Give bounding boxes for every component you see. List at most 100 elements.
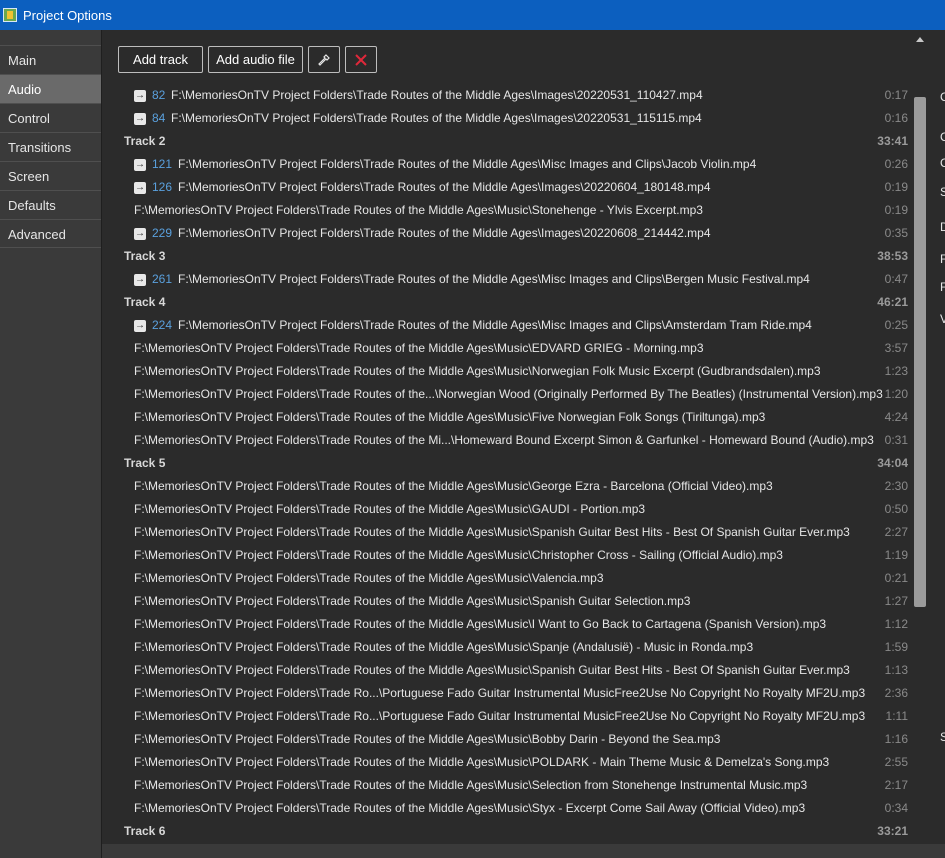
clipped-label: F	[940, 280, 945, 294]
goto-slide-icon[interactable]: →	[134, 182, 146, 194]
audio-file-row[interactable]: F:\MemoriesOnTV Project Folders\Trade Ro…	[124, 682, 908, 705]
audio-toolbar: Add track Add audio file	[118, 46, 377, 73]
file-path: F:\MemoriesOnTV Project Folders\Trade Ro…	[178, 226, 711, 240]
clipped-label: C	[940, 156, 945, 170]
sidebar-item-audio[interactable]: Audio	[0, 74, 101, 103]
file-path: F:\MemoriesOnTV Project Folders\Trade Ro…	[178, 180, 711, 194]
track-header[interactable]: Track 2 33:41	[124, 130, 908, 153]
file-path: F:\MemoriesOnTV Project Folders\Trade Ro…	[134, 341, 704, 355]
duration: 0:47	[884, 272, 908, 286]
goto-slide-icon[interactable]: →	[134, 113, 146, 125]
slide-number[interactable]: 224	[152, 314, 172, 337]
slide-number[interactable]: 261	[152, 268, 172, 291]
audio-file-row[interactable]: F:\MemoriesOnTV Project Folders\Trade Ro…	[124, 360, 908, 383]
audio-file-row[interactable]: F:\MemoriesOnTV Project Folders\Trade Ro…	[124, 521, 908, 544]
clipped-label: V	[940, 312, 945, 326]
track-header[interactable]: Track 3 38:53	[124, 245, 908, 268]
right-panel-clipped: CCCSDFFVS	[929, 30, 945, 858]
audio-file-row[interactable]: F:\MemoriesOnTV Project Folders\Trade Ro…	[124, 797, 908, 820]
sidebar-item-control[interactable]: Control	[0, 103, 101, 132]
audio-file-row[interactable]: F:\MemoriesOnTV Project Folders\Trade Ro…	[124, 567, 908, 590]
add-audio-file-button[interactable]: Add audio file	[208, 46, 303, 73]
file-path: F:\MemoriesOnTV Project Folders\Trade Ro…	[134, 732, 721, 746]
goto-slide-icon[interactable]: →	[134, 159, 146, 171]
bottom-bar	[102, 844, 945, 858]
goto-slide-icon[interactable]: →	[134, 228, 146, 240]
audio-file-row[interactable]: F:\MemoriesOnTV Project Folders\Trade Ro…	[124, 659, 908, 682]
slide-audio-row[interactable]: → 261 F:\MemoriesOnTV Project Folders\Trad…	[124, 268, 908, 291]
slide-number[interactable]: 229	[152, 222, 172, 245]
goto-slide-icon[interactable]: →	[134, 274, 146, 286]
audio-file-row[interactable]: F:\MemoriesOnTV Project Folders\Trade Ro…	[124, 774, 908, 797]
audio-file-row[interactable]: F:\MemoriesOnTV Project Folders\Trade Ro…	[124, 705, 908, 728]
duration: 1:20	[884, 387, 908, 401]
audio-file-row[interactable]: F:\MemoriesOnTV Project Folders\Trade Ro…	[124, 429, 908, 452]
duration: 46:21	[877, 295, 908, 309]
sidebar-item-defaults[interactable]: Defaults	[0, 190, 101, 219]
slide-number[interactable]: 126	[152, 176, 172, 199]
audio-file-row[interactable]: F:\MemoriesOnTV Project Folders\Trade Ro…	[124, 383, 908, 406]
duration: 0:50	[884, 502, 908, 516]
goto-slide-icon[interactable]: →	[134, 320, 146, 332]
slide-number[interactable]: 84	[152, 107, 165, 130]
duration: 0:19	[884, 180, 908, 194]
audio-file-row[interactable]: F:\MemoriesOnTV Project Folders\Trade Ro…	[124, 475, 908, 498]
track-header[interactable]: Track 6 33:21	[124, 820, 908, 843]
audio-file-row[interactable]: F:\MemoriesOnTV Project Folders\Trade Ro…	[124, 199, 908, 222]
track-label: Track 5	[124, 456, 166, 470]
audio-file-row[interactable]: F:\MemoriesOnTV Project Folders\Trade Ro…	[124, 728, 908, 751]
track-label: Track 6	[124, 824, 166, 838]
duration: 1:19	[884, 548, 908, 562]
slide-audio-row[interactable]: → 126 F:\MemoriesOnTV Project Folders\Trad…	[124, 176, 908, 199]
track-header[interactable]: Track 4 46:21	[124, 291, 908, 314]
duration: 0:35	[884, 226, 908, 240]
duration: 0:17	[884, 88, 908, 102]
audio-file-row[interactable]: F:\MemoriesOnTV Project Folders\Trade Ro…	[124, 590, 908, 613]
sidebar-item-advanced[interactable]: Advanced	[0, 219, 101, 248]
audio-file-row[interactable]: F:\MemoriesOnTV Project Folders\Trade Ro…	[124, 636, 908, 659]
slide-audio-row[interactable]: → 224 F:\MemoriesOnTV Project Folders\Trad…	[124, 314, 908, 337]
delete-button[interactable]	[345, 46, 377, 73]
options-sidebar: Main Audio Control Transitions Screen Default…	[0, 30, 102, 858]
add-track-button[interactable]: Add track	[118, 46, 203, 73]
duration: 2:36	[884, 686, 908, 700]
scroll-up-arrow-icon[interactable]	[916, 37, 924, 42]
goto-slide-icon[interactable]: →	[134, 90, 146, 102]
sidebar-item-screen[interactable]: Screen	[0, 161, 101, 190]
slide-number[interactable]: 121	[152, 153, 172, 176]
scroll-thumb[interactable]	[914, 97, 926, 607]
slide-number[interactable]: 82	[152, 84, 165, 107]
track-header[interactable]: Track 5 34:04	[124, 452, 908, 475]
duration: 0:34	[884, 801, 908, 815]
duration: 0:21	[884, 571, 908, 585]
title-bar: Project Options	[0, 0, 945, 30]
duration: 34:04	[877, 456, 908, 470]
clipped-label: S	[940, 185, 945, 199]
slide-audio-row[interactable]: → 121 F:\MemoriesOnTV Project Folders\Trad…	[124, 153, 908, 176]
audio-file-row[interactable]: F:\MemoriesOnTV Project Folders\Trade Ro…	[124, 406, 908, 429]
audio-file-row[interactable]: F:\MemoriesOnTV Project Folders\Trade Ro…	[124, 613, 908, 636]
clipped-label: F	[940, 252, 945, 266]
clipped-label: C	[940, 90, 945, 104]
tools-button[interactable]	[308, 46, 340, 73]
sidebar-item-transitions[interactable]: Transitions	[0, 132, 101, 161]
audio-file-row[interactable]: F:\MemoriesOnTV Project Folders\Trade Ro…	[124, 498, 908, 521]
file-path: F:\MemoriesOnTV Project Folders\Trade Ro…	[178, 157, 757, 171]
audio-file-row[interactable]: F:\MemoriesOnTV Project Folders\Trade Ro…	[124, 544, 908, 567]
duration: 33:41	[877, 134, 908, 148]
audio-file-row[interactable]: F:\MemoriesOnTV Project Folders\Trade Ro…	[124, 751, 908, 774]
sidebar-item-main[interactable]: Main	[0, 45, 101, 74]
audio-file-row[interactable]: F:\MemoriesOnTV Project Folders\Trade Ro…	[124, 337, 908, 360]
audio-track-list[interactable]: → 82 F:\MemoriesOnTV Project Folders\Trade…	[124, 84, 908, 844]
slide-audio-row[interactable]: → 82 F:\MemoriesOnTV Project Folders\Trade…	[124, 84, 908, 107]
duration: 1:16	[884, 732, 908, 746]
clipped-label: C	[940, 130, 945, 144]
duration: 38:53	[877, 249, 908, 263]
list-scrollbar[interactable]	[912, 30, 929, 844]
slide-audio-row[interactable]: → 84 F:\MemoriesOnTV Project Folders\Trade…	[124, 107, 908, 130]
wrench-icon	[318, 53, 330, 66]
duration: 4:24	[884, 410, 908, 424]
slide-audio-row[interactable]: → 229 F:\MemoriesOnTV Project Folders\Trad…	[124, 222, 908, 245]
file-path: F:\MemoriesOnTV Project Folders\Trade Ro…	[134, 709, 866, 723]
duration: 1:59	[884, 640, 908, 654]
